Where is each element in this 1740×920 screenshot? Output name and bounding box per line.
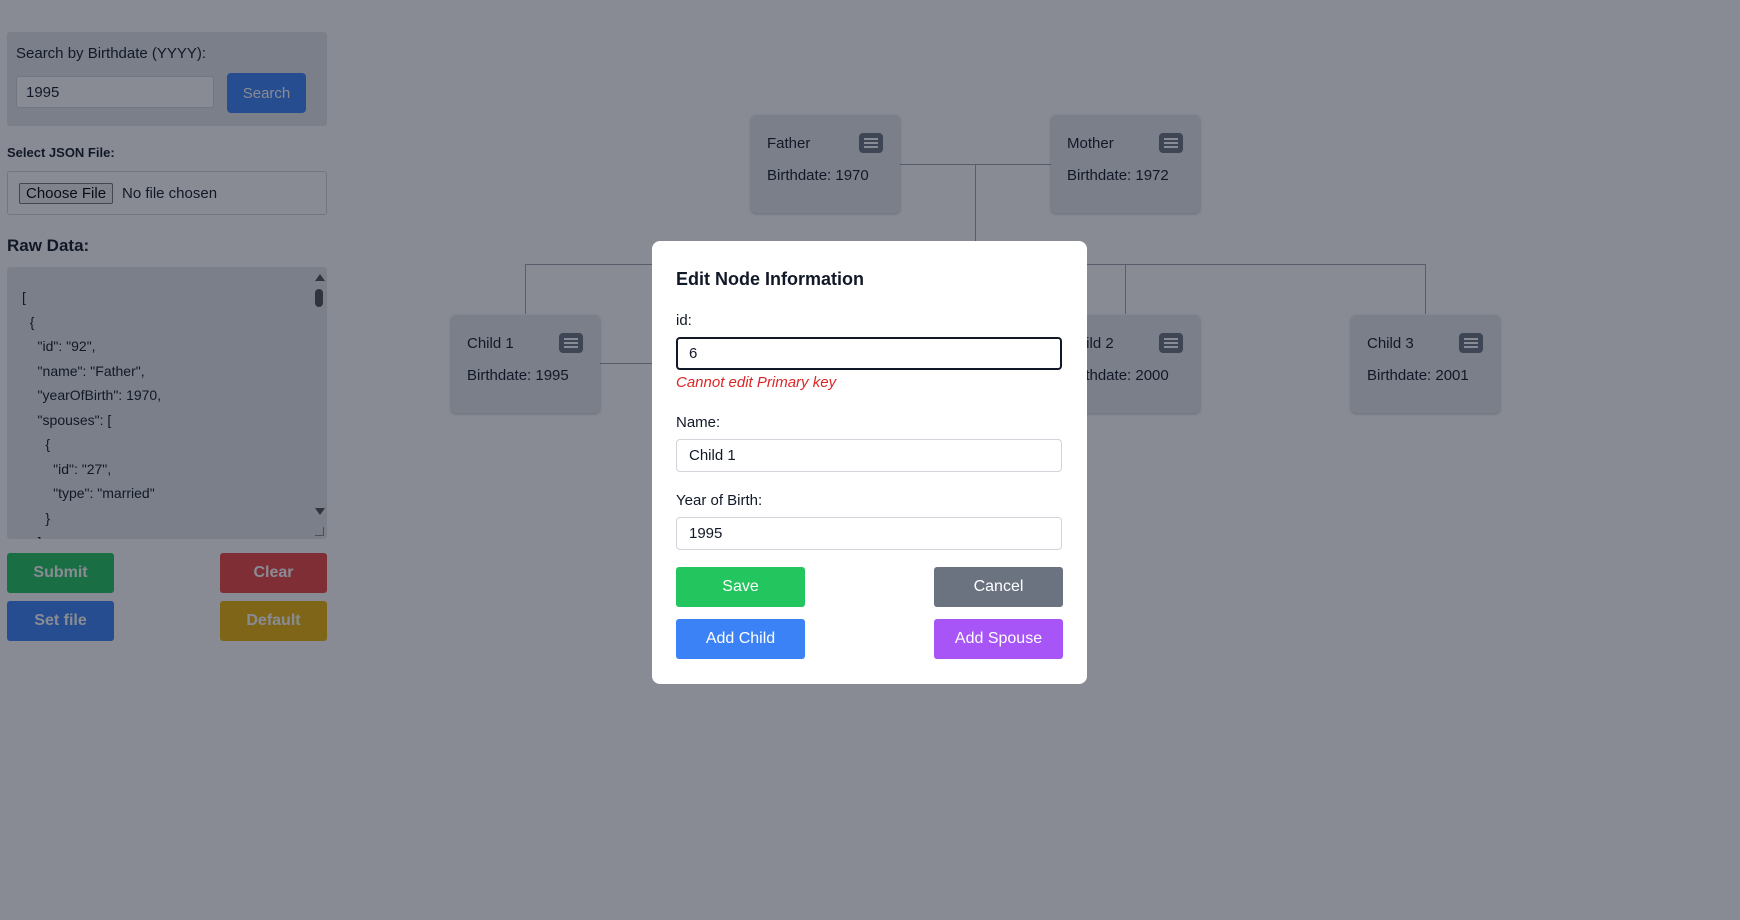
add-spouse-button[interactable]: Add Spouse [934,619,1063,659]
page: Search by Birthdate (YYYY): Search Selec… [0,0,1740,920]
cancel-button[interactable]: Cancel [934,567,1063,607]
add-child-button[interactable]: Add Child [676,619,805,659]
id-label: id: [676,312,692,329]
id-field[interactable] [676,337,1062,370]
save-button[interactable]: Save [676,567,805,607]
name-label: Name: [676,414,721,431]
edit-node-modal: Edit Node Information id: Cannot edit Pr… [652,241,1087,684]
year-of-birth-field[interactable] [676,517,1062,550]
modal-title: Edit Node Information [676,269,864,289]
id-error-message: Cannot edit Primary key [676,374,837,391]
name-field[interactable] [676,439,1062,472]
year-of-birth-label: Year of Birth: [676,492,763,509]
